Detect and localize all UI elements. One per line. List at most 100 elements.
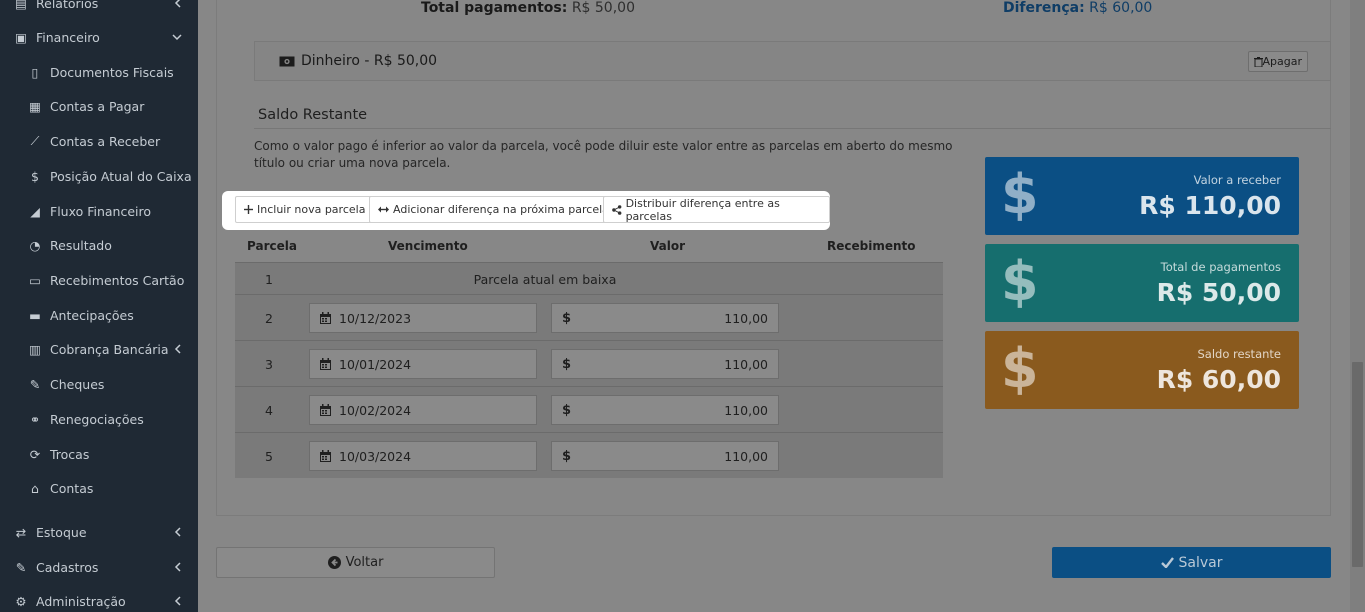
summary-card: $ Saldo restante R$ 60,00: [985, 331, 1299, 409]
vencimento-input[interactable]: 10/01/2024: [309, 349, 537, 379]
sidebar-item[interactable]: ▬ Antecipações: [0, 300, 198, 330]
file-icon: ▯: [31, 64, 39, 80]
vencimento-value: 10/02/2024: [339, 402, 412, 418]
calculator-icon: ▦: [29, 98, 41, 114]
valor-input[interactable]: $110,00: [551, 349, 779, 379]
sidebar-item-label: Posição Atual do Caixa: [50, 168, 192, 184]
diferenca-value: R$ 60,00: [1089, 0, 1153, 16]
summary-card: $ Total de pagamentos R$ 50,00: [985, 244, 1299, 322]
currency-symbol: $: [562, 402, 572, 418]
vencimento-input[interactable]: 10/02/2024: [309, 395, 537, 425]
sidebar: ▤ Relatórios ▣ Financeiro ▯ Documentos Fiscai…: [0, 0, 198, 612]
distribuir-diferenca-button[interactable]: Distribuir diferença entre as parcelas: [603, 196, 830, 223]
sidebar-item[interactable]: ▣ Financeiro: [0, 22, 198, 52]
adicionar-diferenca-button[interactable]: Adicionar diferença na próxima parcela: [369, 196, 618, 223]
chevron-left-icon: [170, 342, 184, 356]
currency-symbol: $: [562, 356, 572, 372]
th-valor: Valor: [650, 239, 686, 253]
scrollbar-thumb[interactable]: [1352, 362, 1363, 567]
sidebar-item[interactable]: ◢ Fluxo Financeiro: [0, 196, 198, 226]
vencimento-value: 10/12/2023: [339, 310, 412, 326]
valor-input[interactable]: $110,00: [551, 441, 779, 471]
sidebar-item[interactable]: ⚭ Renegociações: [0, 404, 198, 434]
chevron-left-icon: [170, 525, 184, 539]
sidebar-item[interactable]: ▥ Cobrança Bancária: [0, 334, 198, 364]
back-label: Voltar: [345, 555, 384, 570]
sidebar-item[interactable]: ✎ Cheques: [0, 369, 198, 399]
wallet-icon: ▬: [29, 307, 41, 323]
arrow-left-circle-icon: [327, 556, 341, 569]
vencimento-input[interactable]: 10/03/2024: [309, 441, 537, 471]
sidebar-item[interactable]: ◔ Resultado: [0, 230, 198, 260]
page-scrollbar[interactable]: [1350, 0, 1365, 612]
row-number: 5: [265, 449, 273, 464]
sidebar-item[interactable]: ▭ Recebimentos Cartão: [0, 265, 198, 295]
bank-icon: ⌂: [31, 480, 39, 496]
summary-label: Saldo restante: [1197, 347, 1281, 361]
sidebar-item-label: Contas a Pagar: [50, 98, 145, 114]
sidebar-item[interactable]: ⌂ Contas: [0, 473, 198, 503]
valor-input[interactable]: $110,00: [551, 303, 779, 333]
chevron-down-icon: [170, 30, 184, 44]
calendar-icon: [320, 312, 331, 324]
dollar-icon: $: [31, 168, 39, 184]
vencimento-input[interactable]: 10/12/2023: [309, 303, 537, 333]
calendar-icon: [320, 404, 331, 416]
sidebar-item[interactable]: $ Posição Atual do Caixa: [0, 161, 198, 191]
table-row-current: 1 Parcela atual em baixa: [235, 262, 943, 294]
payment-row: Dinheiro - R$ 50,00 Apagar: [254, 41, 1331, 81]
summary-value: R$ 60,00: [1156, 365, 1281, 394]
divider: [254, 128, 1331, 129]
dollar-icon: $: [1001, 163, 1039, 226]
valor-value: 110,00: [724, 402, 768, 418]
sidebar-item-label: Trocas: [50, 446, 90, 462]
dollar-icon: $: [1001, 250, 1039, 313]
barcode-icon: ▥: [29, 341, 41, 357]
main-content: Total pagamentos: R$ 50,00 Diferença: R$…: [198, 0, 1350, 612]
distribuir-label: Distribuir diferença entre as parcelas: [625, 196, 780, 223]
valor-input[interactable]: $110,00: [551, 395, 779, 425]
sidebar-item-label: Antecipações: [50, 307, 134, 323]
sidebar-item-label: Cobrança Bancária: [50, 341, 169, 357]
sidebar-item[interactable]: ✎ Cadastros: [0, 552, 198, 582]
summary-label: Valor a receber: [1193, 173, 1281, 187]
sidebar-item[interactable]: ▤ Relatórios: [0, 0, 198, 18]
sidebar-item[interactable]: ⚙ Administração: [0, 586, 198, 612]
pie-chart-icon: ◔: [29, 237, 41, 253]
current-parcela-text: Parcela atual em baixa: [473, 272, 617, 287]
calendar-icon: [320, 358, 331, 370]
incluir-parcela-button[interactable]: Incluir nova parcela: [235, 196, 375, 223]
sidebar-item-label: Estoque: [36, 524, 87, 540]
sidebar-item-label: Financeiro: [36, 29, 100, 45]
parcela-actions: Incluir nova parcela Adicionar diferença…: [222, 191, 830, 230]
sidebar-item[interactable]: ⟋ Contas a Receber: [0, 126, 198, 156]
sidebar-item[interactable]: ⟳ Trocas: [0, 439, 198, 469]
calendar-icon: [320, 450, 331, 462]
saldo-description: Como o valor pago é inferior ao valor da…: [254, 139, 953, 170]
dollar-icon: $: [1001, 337, 1039, 400]
delete-payment-button[interactable]: Apagar: [1247, 51, 1308, 72]
money-icon: ▣: [15, 29, 27, 45]
valor-value: 110,00: [724, 448, 768, 464]
sidebar-item[interactable]: ▯ Documentos Fiscais: [0, 57, 198, 87]
save-button[interactable]: Salvar: [1052, 547, 1331, 578]
currency-symbol: $: [562, 448, 572, 464]
sidebar-item-label: Administração: [36, 593, 126, 609]
sidebar-item[interactable]: ▦ Contas a Pagar: [0, 91, 198, 121]
sidebar-item-label: Recebimentos Cartão: [50, 272, 185, 288]
back-button[interactable]: Voltar: [216, 547, 495, 578]
sidebar-item[interactable]: ⇄ Estoque: [0, 517, 198, 547]
plus-icon: [244, 205, 253, 214]
vencimento-value: 10/03/2024: [339, 448, 412, 464]
sidebar-item-label: Renegociações: [50, 411, 144, 427]
valor-value: 110,00: [724, 310, 768, 326]
summary-value: R$ 50,00: [1156, 278, 1281, 307]
valor-value: 110,00: [724, 356, 768, 372]
check-icon: [1160, 557, 1174, 568]
chevron-left-icon: [170, 594, 184, 608]
total-pagamentos: Total pagamentos: R$ 50,00: [421, 0, 635, 16]
table-row: 2 10/12/2023 $110,00: [235, 294, 943, 340]
sidebar-item-label: Cheques: [50, 376, 105, 392]
summary-value: R$ 110,00: [1139, 191, 1281, 220]
table-row: 4 10/02/2024 $110,00: [235, 386, 943, 432]
